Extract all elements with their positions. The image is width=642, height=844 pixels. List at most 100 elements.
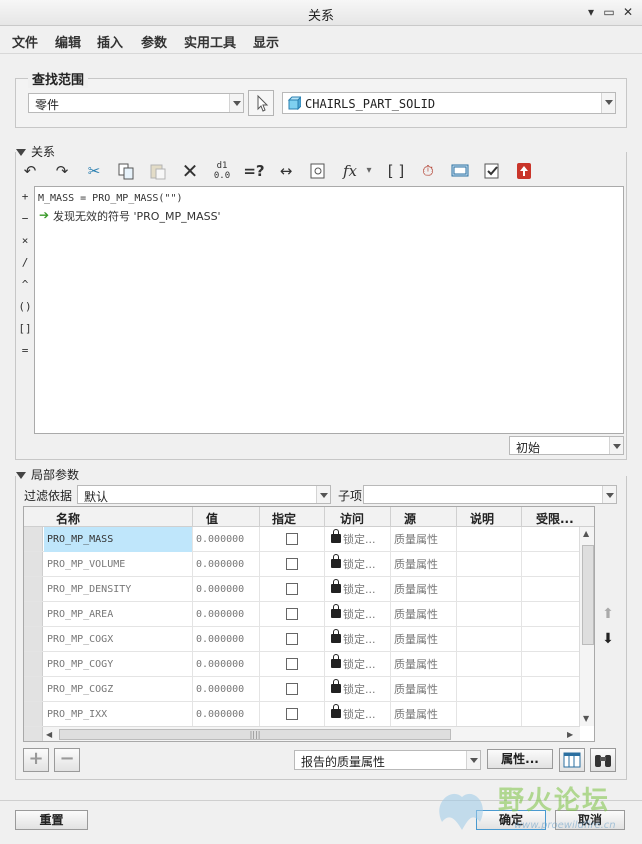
- part-select[interactable]: CHAIRLS_PART_SOLID: [282, 92, 616, 114]
- scroll-right-icon[interactable]: ▶: [567, 730, 573, 739]
- undo-icon[interactable]: ↶: [18, 159, 42, 183]
- designate-checkbox[interactable]: [286, 583, 298, 595]
- param-value-cell[interactable]: 0.000000: [196, 577, 258, 602]
- ok-button[interactable]: 确定: [476, 810, 546, 830]
- operator-power[interactable]: ^: [18, 278, 32, 291]
- function-icon[interactable]: fx: [338, 159, 362, 183]
- param-value-cell[interactable]: 0.000000: [196, 527, 258, 552]
- table-row[interactable]: PRO_MP_IXX 0.000000 锁定... 质量属性: [24, 702, 580, 727]
- col-name[interactable]: 名称: [56, 510, 80, 527]
- param-source-cell[interactable]: 质量属性: [394, 527, 456, 552]
- col-description[interactable]: 说明: [470, 510, 494, 527]
- select-pointer-button[interactable]: [248, 90, 274, 116]
- col-restricted[interactable]: 受限...: [536, 510, 574, 527]
- move-down-icon[interactable]: ⬇: [600, 630, 616, 648]
- operator-brackets[interactable]: []: [18, 322, 32, 335]
- scroll-down-icon[interactable]: ▼: [583, 714, 589, 723]
- col-access[interactable]: 访问: [340, 510, 364, 527]
- menu-insert[interactable]: 插入: [97, 32, 123, 51]
- evaluate-icon[interactable]: =?: [242, 159, 266, 183]
- operator-multiply[interactable]: ×: [18, 234, 32, 247]
- table-columns-button[interactable]: [559, 748, 585, 772]
- param-name-cell[interactable]: PRO_MP_COGY: [44, 652, 192, 677]
- param-source-cell[interactable]: 质量属性: [394, 552, 456, 577]
- param-access-cell[interactable]: 锁定...: [343, 527, 389, 552]
- scope-select[interactable]: 零件: [28, 93, 244, 113]
- table-row[interactable]: PRO_MP_MASS 0.000000 锁定... 质量属性: [24, 527, 580, 552]
- filter-select[interactable]: 默认: [77, 485, 331, 504]
- col-value[interactable]: 值: [206, 510, 218, 527]
- param-access-cell[interactable]: 锁定...: [343, 552, 389, 577]
- param-name-cell[interactable]: PRO_MP_COGZ: [44, 677, 192, 702]
- export-icon[interactable]: [512, 159, 536, 183]
- child-select[interactable]: [363, 485, 617, 504]
- table-row[interactable]: PRO_MP_AREA 0.000000 锁定... 质量属性: [24, 602, 580, 627]
- param-access-cell[interactable]: 锁定...: [343, 652, 389, 677]
- operator-plus[interactable]: +: [18, 190, 32, 203]
- measure-icon[interactable]: ↔: [274, 159, 298, 183]
- menu-display[interactable]: 显示: [253, 32, 279, 51]
- param-name-cell[interactable]: PRO_MP_VOLUME: [44, 552, 192, 577]
- add-param-button[interactable]: +: [23, 748, 49, 772]
- param-access-cell[interactable]: 锁定...: [343, 702, 389, 727]
- vertical-scrollbar[interactable]: ▲ ▼: [579, 527, 594, 726]
- menu-edit[interactable]: 编辑: [55, 32, 81, 51]
- param-source-cell[interactable]: 质量属性: [394, 652, 456, 677]
- param-source-cell[interactable]: 质量属性: [394, 677, 456, 702]
- display-icon[interactable]: [448, 159, 472, 183]
- param-source-cell[interactable]: 质量属性: [394, 702, 456, 727]
- paste-icon[interactable]: [146, 159, 170, 183]
- param-access-cell[interactable]: 锁定...: [343, 577, 389, 602]
- param-value-cell[interactable]: 0.000000: [196, 702, 258, 727]
- switch-dims-icon[interactable]: d1 0.0: [210, 159, 234, 183]
- param-name-cell[interactable]: PRO_MP_IXX: [44, 702, 192, 727]
- param-value-cell[interactable]: 0.000000: [196, 677, 258, 702]
- table-row[interactable]: PRO_MP_COGX 0.000000 锁定... 质量属性: [24, 627, 580, 652]
- minimize-button[interactable]: ▾: [583, 4, 599, 20]
- menu-utilities[interactable]: 实用工具: [184, 32, 236, 51]
- param-value-cell[interactable]: 0.000000: [196, 652, 258, 677]
- designate-checkbox[interactable]: [286, 683, 298, 695]
- mass-report-select[interactable]: 报告的质量属性: [294, 750, 481, 770]
- operator-parentheses[interactable]: (): [18, 300, 32, 313]
- cancel-button[interactable]: 取消: [555, 810, 625, 830]
- horizontal-scrollbar[interactable]: ◀ |||| ▶: [43, 726, 580, 741]
- move-up-icon[interactable]: ⬆: [600, 605, 616, 623]
- menu-file[interactable]: 文件: [12, 32, 38, 51]
- designate-checkbox[interactable]: [286, 633, 298, 645]
- param-access-cell[interactable]: 锁定...: [343, 677, 389, 702]
- designate-checkbox[interactable]: [286, 658, 298, 670]
- function-dropdown-icon[interactable]: ▾: [362, 159, 376, 183]
- designate-checkbox[interactable]: [286, 708, 298, 720]
- close-button[interactable]: ✕: [620, 4, 636, 20]
- cut-icon[interactable]: ✂: [82, 159, 106, 183]
- param-name-cell[interactable]: PRO_MP_DENSITY: [44, 577, 192, 602]
- param-source-cell[interactable]: 质量属性: [394, 577, 456, 602]
- col-source[interactable]: 源: [404, 510, 416, 527]
- operator-divide[interactable]: /: [18, 256, 32, 269]
- param-name-cell[interactable]: PRO_MP_MASS: [44, 527, 192, 552]
- reset-button[interactable]: 重置: [15, 810, 88, 830]
- scroll-up-icon[interactable]: ▲: [583, 529, 589, 538]
- param-name-cell[interactable]: PRO_MP_AREA: [44, 602, 192, 627]
- operator-minus[interactable]: −: [18, 212, 32, 225]
- param-value-cell[interactable]: 0.000000: [196, 602, 258, 627]
- sort-icon[interactable]: ⏱: [416, 159, 440, 183]
- param-source-cell[interactable]: 质量属性: [394, 602, 456, 627]
- parameter-bracket-icon[interactable]: [ ]: [384, 159, 408, 183]
- copy-icon[interactable]: [114, 159, 138, 183]
- designate-checkbox[interactable]: [286, 608, 298, 620]
- insert-from-list-icon[interactable]: [306, 159, 330, 183]
- param-access-cell[interactable]: 锁定...: [343, 602, 389, 627]
- find-button[interactable]: [590, 748, 616, 772]
- scroll-left-icon[interactable]: ◀: [46, 730, 52, 739]
- verify-icon[interactable]: [480, 159, 504, 183]
- vscroll-thumb[interactable]: [582, 545, 594, 645]
- col-designate[interactable]: 指定: [272, 510, 296, 527]
- hscroll-thumb[interactable]: ||||: [59, 729, 451, 740]
- param-source-cell[interactable]: 质量属性: [394, 627, 456, 652]
- param-value-cell[interactable]: 0.000000: [196, 627, 258, 652]
- redo-icon[interactable]: ↷: [50, 159, 74, 183]
- table-row[interactable]: PRO_MP_COGY 0.000000 锁定... 质量属性: [24, 652, 580, 677]
- relations-editor[interactable]: M_MASS = PRO_MP_MASS("") ➔ 发现无效的符号 'PRO_…: [34, 186, 624, 434]
